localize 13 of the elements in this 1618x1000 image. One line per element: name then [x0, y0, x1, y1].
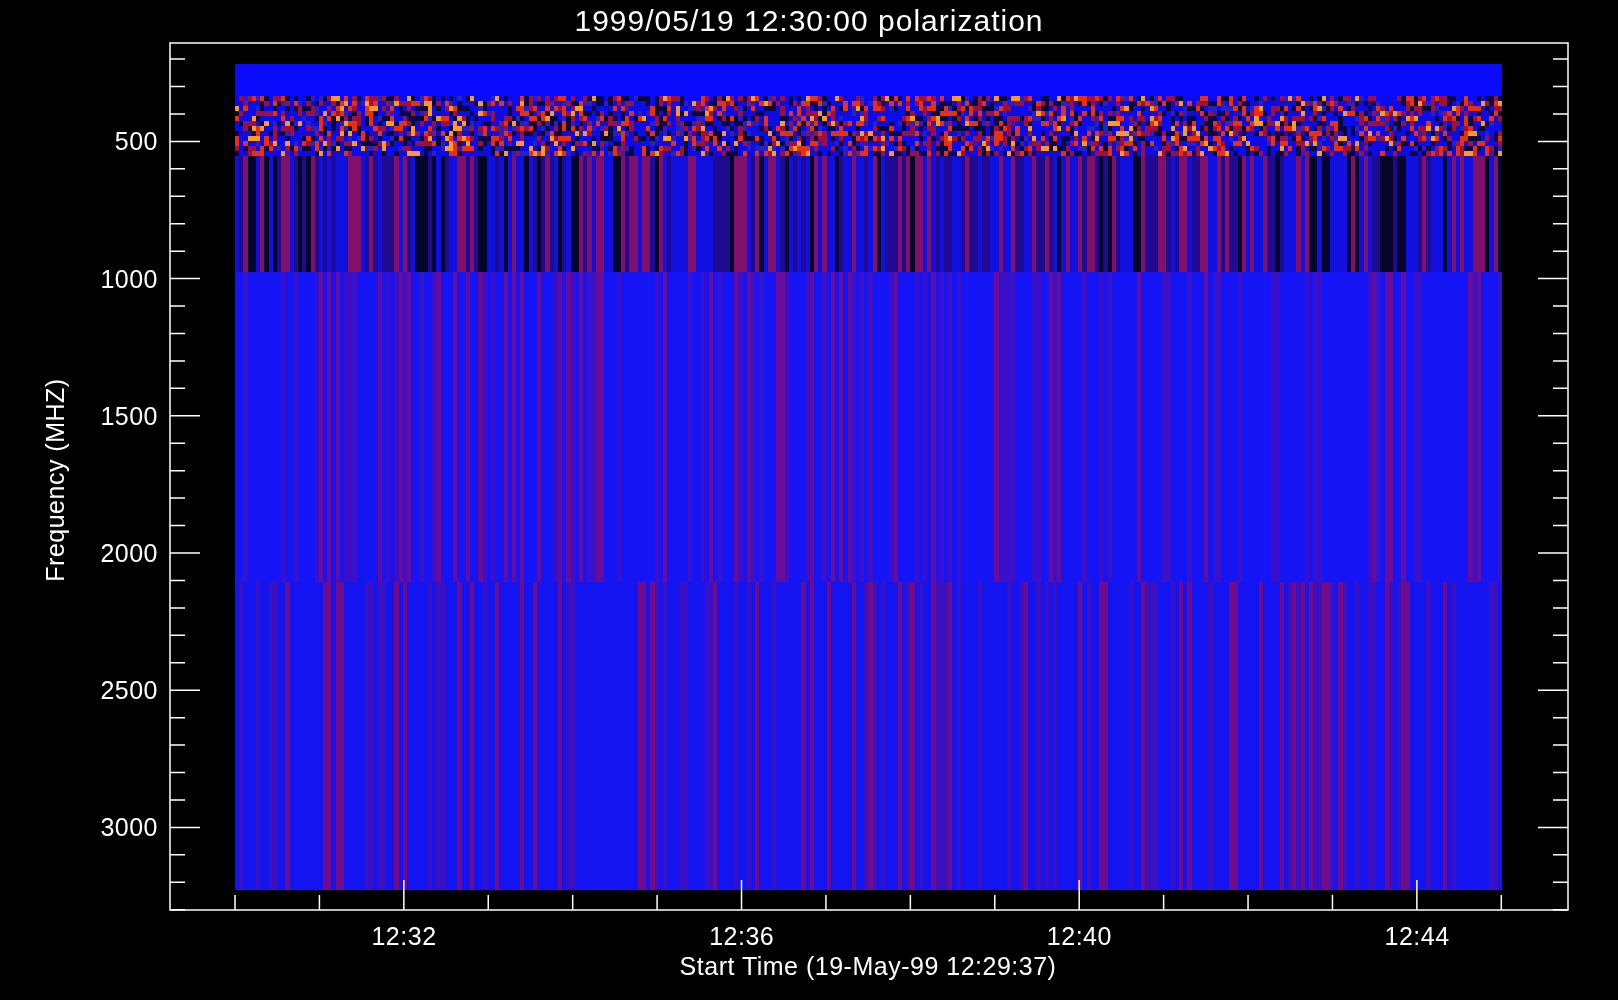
chart-title: 1999/05/19 12:30:00 polarization: [574, 4, 1044, 37]
y-tick-label: 2500: [100, 676, 158, 705]
y-tick-label: 3000: [100, 813, 158, 842]
x-tick-label: 12:44: [1384, 922, 1450, 950]
x-tick-label: 12:36: [709, 922, 775, 950]
y-tick-label: 2000: [100, 539, 158, 567]
y-tick-label: 500: [114, 127, 158, 156]
x-axis-label: Start Time (19-May-99 12:29:37): [679, 952, 1057, 980]
y-axis-label: Frequency (MHZ): [41, 378, 69, 582]
y-tick-label: 1500: [100, 401, 158, 430]
y-tick-label: 1000: [100, 264, 158, 293]
x-tick-label: 12:40: [1046, 922, 1112, 950]
x-tick-label: 12:32: [371, 922, 437, 950]
